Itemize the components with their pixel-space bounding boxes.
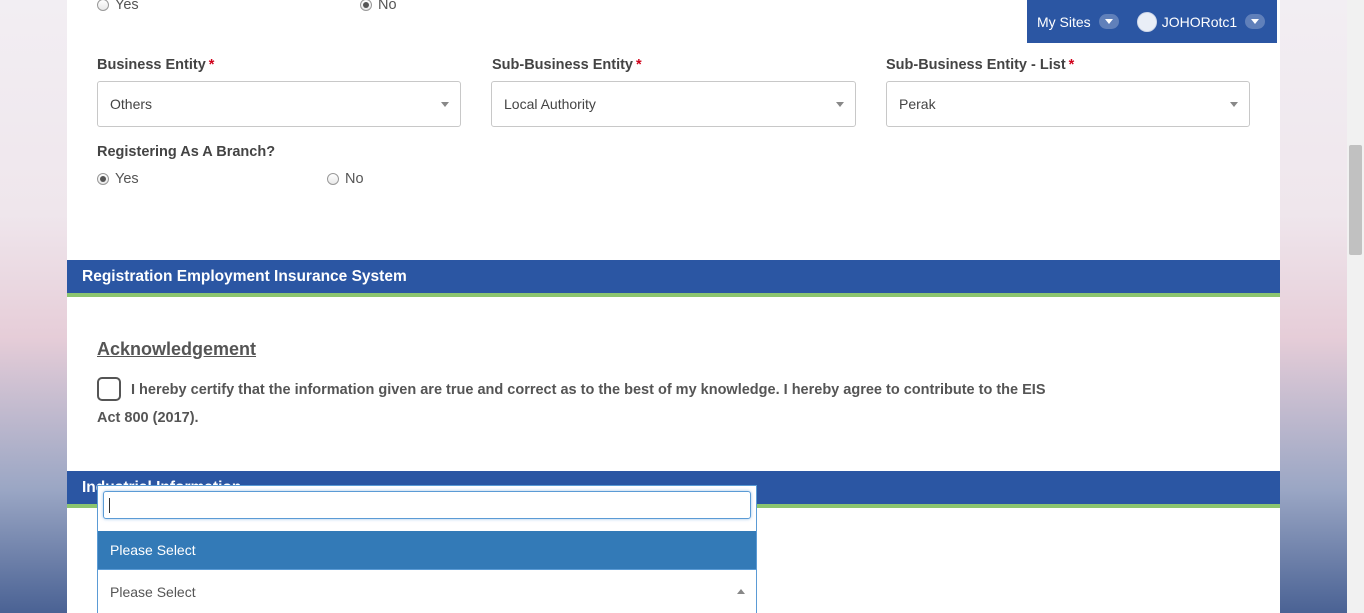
sub-business-entity-list-select[interactable]: Perak — [886, 81, 1250, 127]
chevron-down-icon — [1230, 102, 1238, 107]
chevron-up-wrapper — [726, 570, 756, 613]
radio-checked-icon[interactable] — [360, 0, 372, 11]
my-sites-label: My Sites — [1037, 13, 1091, 30]
sub-business-entity-list-label-text: Sub-Business Entity - List — [886, 57, 1066, 73]
chevron-down-icon[interactable] — [1098, 14, 1119, 29]
branch-radio-no[interactable]: No — [327, 171, 364, 187]
business-entity-label: Business Entity * — [97, 57, 214, 73]
top-radio-yes[interactable]: Yes — [97, 0, 139, 13]
chevron-up-icon — [737, 589, 745, 594]
acknowledgement-text: I hereby certify that the information gi… — [97, 382, 1046, 426]
industrial-dropdown: Please Select Please Select — [97, 485, 757, 613]
radio-label: Yes — [115, 171, 139, 187]
sub-business-entity-value: Local Authority — [504, 96, 596, 112]
radio-checked-icon[interactable] — [97, 173, 109, 185]
dropdown-search-input[interactable] — [103, 491, 751, 519]
acknowledgement-title: Acknowledgement — [97, 339, 257, 359]
avatar — [1136, 11, 1157, 32]
section-header-eis: Registration Employment Insurance System — [67, 260, 1280, 297]
branch-radio-yes[interactable]: Yes — [97, 171, 139, 187]
radio-label: No — [345, 171, 364, 187]
sub-business-entity-list-value: Perak — [899, 96, 936, 112]
chevron-down-icon — [836, 102, 844, 107]
user-name: JOHORotc1 — [1161, 13, 1238, 30]
page-scrollbar[interactable] — [1347, 0, 1364, 613]
required-mark: * — [208, 57, 215, 73]
top-radio-no[interactable]: No — [360, 0, 397, 13]
radio-label: Yes — [115, 0, 139, 13]
my-sites-menu[interactable]: My Sites — [1037, 14, 1119, 30]
branch-question: Registering As A Branch? — [97, 144, 276, 160]
industrial-select-value: Please Select — [110, 584, 196, 600]
required-mark: * — [1068, 57, 1075, 73]
business-entity-select[interactable]: Others — [97, 81, 461, 127]
sub-business-entity-list-label: Sub-Business Entity - List * — [886, 57, 1074, 73]
sub-business-entity-label: Sub-Business Entity * — [492, 57, 642, 73]
radio-label: No — [378, 0, 397, 13]
top-nav-bar: My Sites JOHORotc1 — [1027, 0, 1277, 43]
radio-icon[interactable] — [97, 0, 109, 11]
chevron-down-icon[interactable] — [1245, 14, 1266, 29]
user-menu[interactable]: JOHORotc1 — [1136, 11, 1266, 32]
acknowledgement-checkbox[interactable] — [97, 377, 121, 401]
business-entity-value: Others — [110, 96, 153, 112]
sub-business-entity-label-text: Sub-Business Entity — [492, 57, 633, 73]
chevron-down-icon — [441, 102, 449, 107]
required-mark: * — [636, 57, 642, 73]
radio-icon[interactable] — [327, 173, 339, 185]
scrollbar-thumb[interactable] — [1349, 145, 1362, 255]
sub-business-entity-select[interactable]: Local Authority — [491, 81, 856, 127]
dropdown-option-please-select[interactable]: Please Select — [98, 531, 756, 569]
industrial-select[interactable]: Please Select — [98, 569, 756, 613]
business-entity-label-text: Business Entity — [97, 57, 206, 73]
